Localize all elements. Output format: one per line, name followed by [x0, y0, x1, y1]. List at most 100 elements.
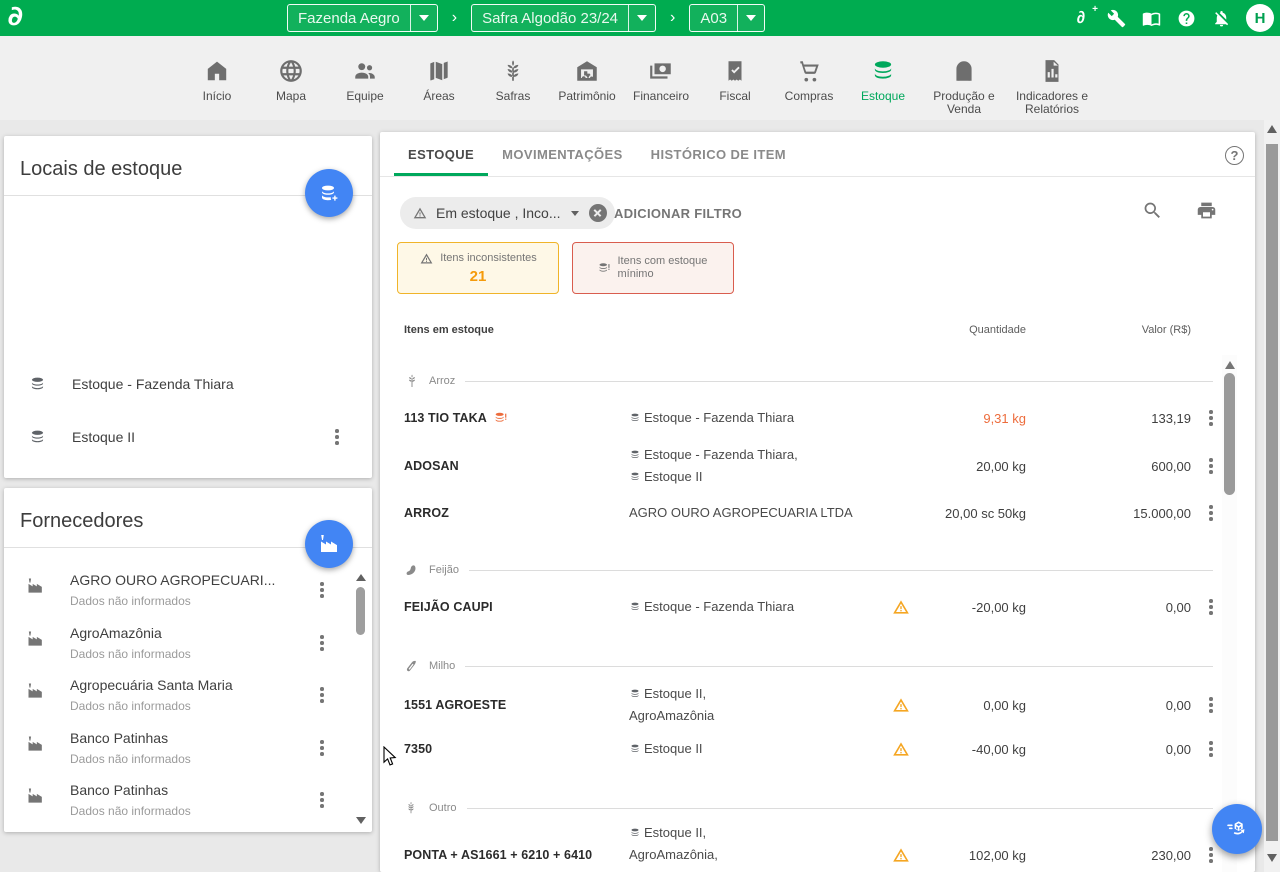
- stack-icon: [629, 412, 641, 424]
- chevron-down-icon[interactable]: [629, 15, 655, 21]
- user-avatar[interactable]: H: [1246, 4, 1274, 32]
- stock-main-panel: ESTOQUE MOVIMENTAÇÕES HISTÓRICO DE ITEM …: [380, 132, 1255, 872]
- more-options-icon[interactable]: [1202, 456, 1220, 476]
- season-selector[interactable]: Safra Algodão 23/24: [471, 4, 656, 32]
- group-name: Milho: [429, 660, 455, 672]
- nav-mapa[interactable]: Mapa: [254, 46, 328, 103]
- panel-help-icon[interactable]: ?: [1225, 146, 1244, 165]
- item-value: 0,00: [1026, 698, 1191, 713]
- suppliers-scrollbar[interactable]: [354, 574, 367, 824]
- more-options-icon[interactable]: [313, 685, 331, 705]
- stack-icon: [629, 449, 641, 461]
- supplier-note: Dados não informados: [70, 594, 191, 608]
- table-scrollbar[interactable]: [1222, 355, 1237, 872]
- print-icon[interactable]: [1196, 200, 1217, 221]
- stock-location-item[interactable]: Estoque - Fazenda Thiara: [4, 360, 372, 408]
- scrollbar-thumb[interactable]: [356, 587, 365, 635]
- item-name: 113 TIO TAKA: [404, 411, 487, 425]
- table-row[interactable]: FEIJÃO CAUPI Estoque - Fazenda Thiara -2…: [380, 589, 1255, 625]
- bean-icon: [404, 563, 421, 577]
- inconsistency-warning-icon: [891, 597, 911, 617]
- inconsistent-items-card[interactable]: Itens inconsistentes 21: [397, 242, 559, 294]
- more-options-icon[interactable]: [1202, 503, 1220, 523]
- scroll-up-arrow[interactable]: [1267, 125, 1277, 133]
- stock-location-name: Estoque II: [72, 429, 135, 445]
- chevron-down-icon[interactable]: [738, 15, 764, 21]
- scroll-up-arrow[interactable]: [356, 574, 366, 581]
- nav-areas[interactable]: Áreas: [402, 46, 476, 103]
- more-options-icon[interactable]: [313, 580, 331, 600]
- tools-icon[interactable]: [1106, 8, 1126, 28]
- stock-location-name: Estoque - Fazenda Thiara: [72, 376, 234, 392]
- minimum-stock-label: Itens com estoque mínimo: [618, 255, 710, 281]
- table-row[interactable]: ARROZ AGRO OURO AGROPECUARIA LTDA 20,00 …: [380, 495, 1255, 531]
- season-selector-label: Safra Algodão 23/24: [472, 10, 628, 27]
- map-icon: [426, 46, 452, 84]
- nav-compras[interactable]: Compras: [772, 46, 846, 103]
- more-options-icon[interactable]: [1202, 739, 1220, 759]
- more-options-icon[interactable]: [1202, 845, 1220, 865]
- more-options-icon[interactable]: [328, 427, 346, 447]
- notifications-off-icon[interactable]: [1211, 8, 1231, 28]
- table-row[interactable]: 113 TIO TAKA Estoque - Fazenda Thiara 9,…: [380, 400, 1255, 436]
- item-location: Estoque II: [644, 738, 703, 760]
- stack-icon: [629, 688, 641, 700]
- nav-inicio[interactable]: Início: [180, 46, 254, 103]
- nav-equipe[interactable]: Equipe: [328, 46, 402, 103]
- tab-movimentacoes[interactable]: MOVIMENTAÇÕES: [488, 132, 637, 176]
- col-items-label: Itens em estoque: [404, 324, 881, 336]
- more-options-icon[interactable]: [313, 633, 331, 653]
- table-column-headers: Itens em estoque Quantidade Valor (R$): [380, 324, 1255, 336]
- item-value: 133,19: [1026, 411, 1191, 426]
- help-icon[interactable]: [1176, 8, 1196, 28]
- nav-indicadores-relatorios[interactable]: Indicadores e Relatórios: [1008, 46, 1096, 116]
- nav-fiscal[interactable]: Fiscal: [698, 46, 772, 103]
- more-options-icon[interactable]: [1202, 597, 1220, 617]
- context-breadcrumb: Fazenda Aegro › Safra Algodão 23/24 › A0…: [287, 4, 765, 32]
- scrollbar-thumb[interactable]: [1266, 144, 1278, 841]
- stock-movement-fab[interactable]: [1212, 804, 1262, 854]
- scroll-up-arrow[interactable]: [1225, 361, 1235, 369]
- nav-estoque[interactable]: Estoque: [846, 46, 920, 103]
- active-filter-chip[interactable]: Em estoque , Inco...: [400, 197, 615, 229]
- add-filter-button[interactable]: ADICIONAR FILTRO: [614, 206, 742, 221]
- stock-location-item[interactable]: Estoque II: [4, 413, 372, 461]
- minimum-stock-card[interactable]: Itens com estoque mínimo: [572, 242, 734, 294]
- more-options-icon[interactable]: [1202, 408, 1220, 428]
- nav-patrimonio[interactable]: Patrimônio: [550, 46, 624, 103]
- table-row[interactable]: 1551 AGROESTE Estoque II, AgroAmazônia 0…: [380, 677, 1255, 733]
- scroll-down-arrow[interactable]: [356, 817, 366, 824]
- stack-icon: [28, 375, 48, 394]
- item-quantity: 9,31 kg: [911, 411, 1026, 426]
- supplier-name: Agropecuária Santa Maria: [70, 677, 233, 693]
- nav-safras[interactable]: Safras: [476, 46, 550, 103]
- corn-icon: [404, 659, 421, 674]
- stock-alert-icon: [493, 410, 509, 426]
- plot-selector[interactable]: A03: [689, 4, 765, 32]
- more-options-icon[interactable]: [313, 790, 331, 810]
- scrollbar-thumb[interactable]: [1224, 373, 1235, 495]
- more-options-icon[interactable]: [1202, 695, 1220, 715]
- item-location: Estoque - Fazenda Thiara: [644, 407, 794, 429]
- tab-estoque[interactable]: ESTOQUE: [394, 132, 488, 176]
- table-row[interactable]: ADOSAN Estoque - Fazenda Thiara, Estoque…: [380, 438, 1255, 494]
- search-icon[interactable]: [1142, 200, 1163, 221]
- suppliers-panel: Fornecedores AGRO OURO AGROPECUARI... Da…: [4, 488, 372, 832]
- tab-historico-de-item[interactable]: HISTÓRICO DE ITEM: [637, 132, 800, 176]
- more-options-icon[interactable]: [313, 738, 331, 758]
- add-stock-location-button[interactable]: [305, 169, 353, 217]
- supplier-note: Dados não informados: [70, 699, 191, 713]
- table-row[interactable]: PONTA + AS1661 + 6210 + 6410 Estoque II,…: [380, 822, 1255, 872]
- nav-producao-venda[interactable]: Produção e Venda: [920, 46, 1008, 116]
- nav-financeiro[interactable]: Financeiro: [624, 46, 698, 103]
- knowledge-book-icon[interactable]: [1141, 8, 1161, 28]
- chevron-down-icon[interactable]: [411, 15, 437, 21]
- farm-selector[interactable]: Fazenda Aegro: [287, 4, 438, 32]
- remove-filter-icon[interactable]: [589, 204, 607, 222]
- scroll-down-arrow[interactable]: [1267, 854, 1277, 862]
- add-supplier-button[interactable]: [305, 520, 353, 568]
- window-scrollbar[interactable]: [1264, 120, 1280, 872]
- invite-user-icon[interactable]: ∂+: [1071, 8, 1091, 28]
- item-value: 0,00: [1026, 742, 1191, 757]
- table-row[interactable]: 7350 Estoque II -40,00 kg 0,00: [380, 731, 1255, 767]
